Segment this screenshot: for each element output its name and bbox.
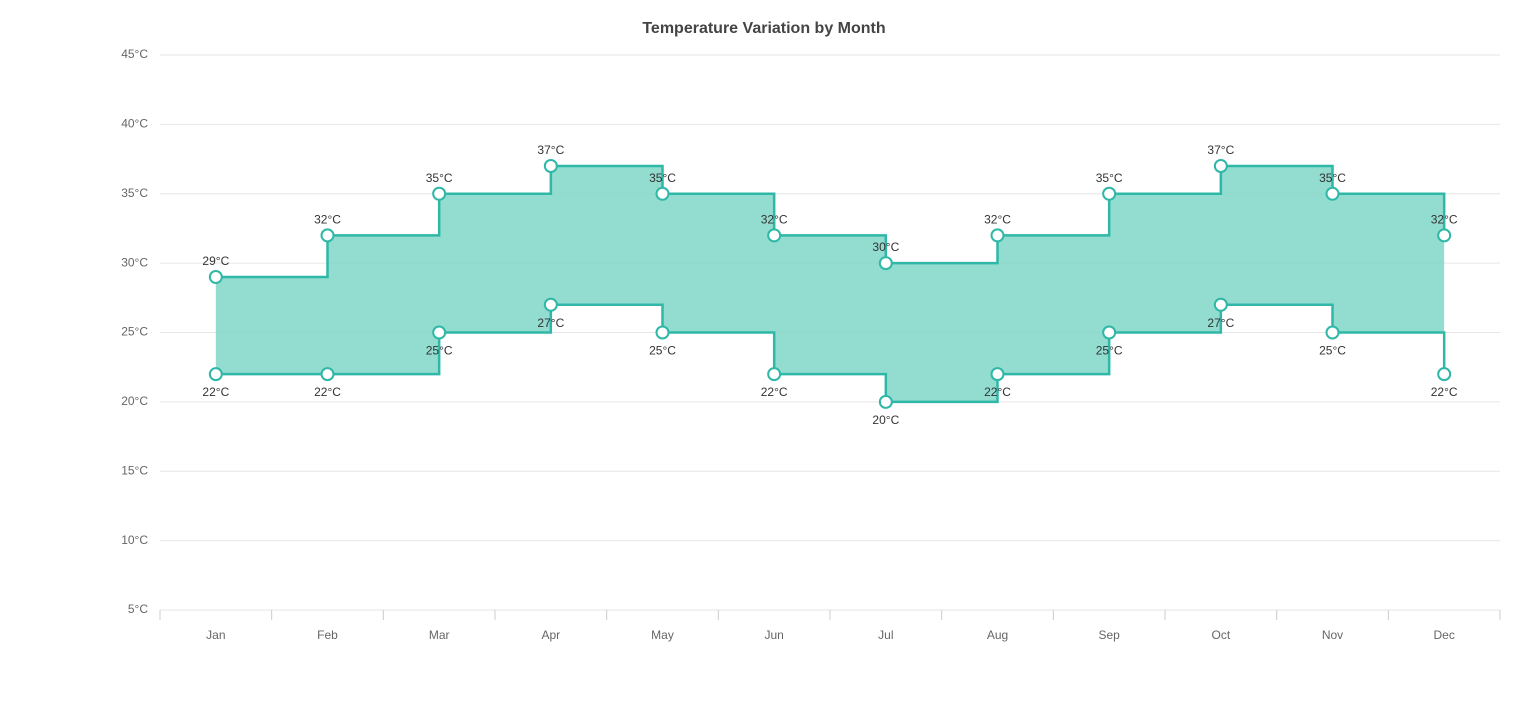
low-marker	[1327, 327, 1339, 339]
x-tick-label: Jun	[764, 628, 783, 642]
high-data-label: 29°C	[202, 254, 229, 268]
high-marker	[768, 229, 780, 241]
high-marker	[657, 188, 669, 200]
high-data-label: 37°C	[537, 143, 564, 157]
high-data-label: 35°C	[1096, 171, 1123, 185]
high-marker	[1327, 188, 1339, 200]
high-marker	[322, 229, 334, 241]
x-tick-label: Aug	[987, 628, 1008, 642]
low-data-label: 22°C	[761, 385, 788, 399]
high-marker	[1438, 229, 1450, 241]
x-tick-label: Apr	[541, 628, 560, 642]
x-tick-label: Sep	[1098, 628, 1120, 642]
low-data-label: 27°C	[1207, 316, 1234, 330]
low-data-label: 25°C	[426, 344, 453, 358]
low-marker	[210, 368, 222, 380]
y-tick-label: 10°C	[121, 533, 148, 547]
x-tick-label: May	[651, 628, 674, 642]
x-tick-label: Jan	[206, 628, 225, 642]
low-marker	[1438, 368, 1450, 380]
high-data-label: 37°C	[1207, 143, 1234, 157]
x-tick-label: Mar	[429, 628, 450, 642]
high-data-label: 35°C	[649, 171, 676, 185]
low-data-label: 27°C	[537, 316, 564, 330]
chart-title: Temperature Variation by Month	[0, 20, 1528, 38]
low-marker	[1103, 327, 1115, 339]
high-marker	[545, 160, 557, 172]
x-tick-label: Nov	[1322, 628, 1343, 642]
y-tick-label: 5°C	[128, 602, 148, 616]
x-tick-label: Oct	[1211, 628, 1230, 642]
x-tick-label: Feb	[317, 628, 338, 642]
chart-svg: 5°C 10°C 15°C 20°C 25°C 30°C 35°C 40°C 45°C Jan Fe…	[0, 0, 1528, 715]
high-marker	[1215, 160, 1227, 172]
y-tick-label: 20°C	[121, 394, 148, 408]
high-marker	[433, 188, 445, 200]
low-data-label: 25°C	[1096, 344, 1123, 358]
high-marker	[992, 229, 1004, 241]
high-data-label: 32°C	[984, 212, 1011, 226]
low-marker	[992, 368, 1004, 380]
low-data-label: 25°C	[649, 344, 676, 358]
low-data-label: 25°C	[1319, 344, 1346, 358]
low-data-label: 22°C	[984, 385, 1011, 399]
low-marker	[322, 368, 334, 380]
high-data-label: 35°C	[426, 171, 453, 185]
y-tick-label: 15°C	[121, 463, 148, 477]
high-marker	[210, 271, 222, 283]
y-tick-label: 40°C	[121, 117, 148, 131]
chart-container: Temperature Variation by Month 5°C 10°C 15…	[0, 0, 1528, 715]
high-marker	[880, 257, 892, 269]
high-data-label: 35°C	[1319, 171, 1346, 185]
low-marker	[1215, 299, 1227, 311]
y-tick-label: 45°C	[121, 47, 148, 61]
low-marker	[545, 299, 557, 311]
high-data-label: 32°C	[314, 212, 341, 226]
x-tick-label: Dec	[1433, 628, 1454, 642]
low-marker	[657, 327, 669, 339]
low-marker	[768, 368, 780, 380]
low-data-label: 22°C	[1431, 385, 1458, 399]
high-data-label: 30°C	[872, 240, 899, 254]
y-tick-label: 30°C	[121, 255, 148, 269]
low-marker	[880, 396, 892, 408]
high-marker	[1103, 188, 1115, 200]
y-tick-label: 25°C	[121, 325, 148, 339]
high-data-label: 32°C	[1431, 212, 1458, 226]
high-data-label: 32°C	[761, 212, 788, 226]
y-tick-label: 35°C	[121, 186, 148, 200]
x-tick-label: Jul	[878, 628, 893, 642]
low-data-label: 22°C	[202, 385, 229, 399]
low-marker	[433, 327, 445, 339]
low-data-label: 20°C	[872, 413, 899, 427]
low-data-label: 22°C	[314, 385, 341, 399]
range-area	[216, 166, 1444, 402]
